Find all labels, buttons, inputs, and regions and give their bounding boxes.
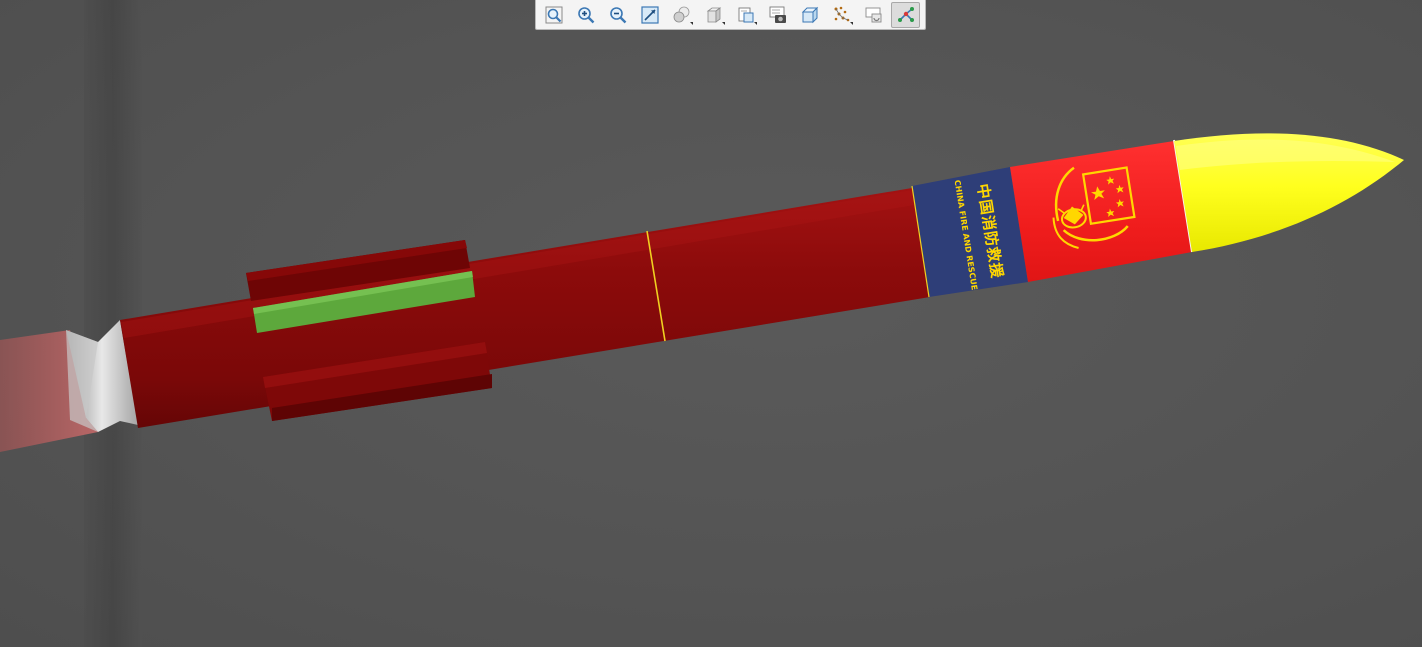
zoom-fit-icon <box>545 6 562 23</box>
points-display-button[interactable] <box>827 2 856 28</box>
shading-spheres-icon <box>673 6 689 22</box>
red-band <box>1010 141 1192 282</box>
dropdown-caret-icon <box>850 21 853 25</box>
section-view-button[interactable] <box>731 2 760 28</box>
view-orientation-button[interactable] <box>699 2 728 28</box>
display-settings-button[interactable] <box>859 2 888 28</box>
section-view-icon <box>738 7 753 22</box>
shading-mode-button[interactable] <box>667 2 696 28</box>
display-settings-icon <box>865 7 881 22</box>
rocket-scene: 中国消防救援 CHINA FIRE AND RESCUE <box>0 0 1404 647</box>
zoom-area-icon <box>640 5 659 24</box>
path-mode-button[interactable] <box>891 1 920 28</box>
3d-viewport[interactable]: 中国消防救援 CHINA FIRE AND RESCUE <box>0 0 1422 647</box>
screenshot-button[interactable] <box>763 2 792 28</box>
camera-icon <box>769 6 786 23</box>
zoom-to-fit-button[interactable] <box>539 2 568 28</box>
dropdown-caret-icon <box>754 21 757 25</box>
zoom-in-icon <box>577 6 594 23</box>
scatter-points-icon <box>834 6 849 21</box>
zoom-to-area-button[interactable] <box>635 2 664 28</box>
zoom-out-button[interactable] <box>603 2 632 28</box>
path-nodes-icon <box>897 6 914 22</box>
zoom-out-icon <box>609 6 626 23</box>
cube-view-icon <box>706 6 721 23</box>
dropdown-caret-icon <box>722 21 725 25</box>
dropdown-caret-icon <box>690 21 693 25</box>
wireframe-box-icon <box>801 6 818 23</box>
zoom-in-button[interactable] <box>571 2 600 28</box>
bounding-box-button[interactable] <box>795 2 824 28</box>
view-toolbar <box>535 0 926 30</box>
